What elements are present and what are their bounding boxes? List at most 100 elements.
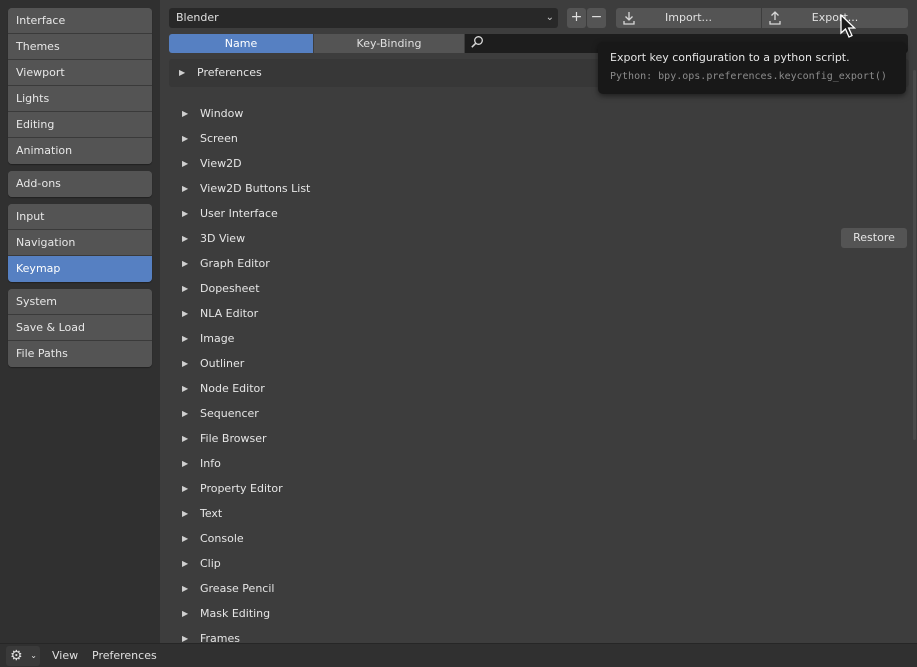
search-icon [470,35,484,52]
restore-button[interactable]: Restore [841,228,907,248]
keymap-item-frames[interactable]: ▶ Frames [160,626,917,643]
sidebar-item-themes[interactable]: Themes [8,34,152,60]
keymap-item-property-editor[interactable]: ▶ Property Editor [160,476,917,501]
keymap-item-label: File Browser [200,432,267,445]
sidebar-item-save-load[interactable]: Save & Load [8,315,152,341]
keymap-item-dopesheet[interactable]: ▶ Dopesheet [160,276,917,301]
menu-preferences[interactable]: Preferences [92,644,157,667]
keymap-item-label: Sequencer [200,407,259,420]
triangle-right-icon: ▶ [182,634,189,643]
tab-key-binding[interactable]: Key-Binding [314,34,464,53]
keymap-item-mask-editing[interactable]: ▶ Mask Editing [160,601,917,626]
keymap-item-graph-editor[interactable]: ▶ Graph Editor [160,251,917,276]
keymap-item-label: Info [200,457,221,470]
triangle-right-icon: ▶ [182,309,189,318]
sidebar-item-interface[interactable]: Interface [8,8,152,34]
sidebar-item-viewport[interactable]: Viewport [8,60,152,86]
keymap-item-screen[interactable]: ▶ Screen [160,126,917,151]
keymap-item-label: View2D [200,157,242,170]
keymap-preset-select[interactable]: Blender ⌄ [169,8,558,28]
keymap-item-label: Frames [200,632,241,643]
keymap-item-sequencer[interactable]: ▶ Sequencer [160,401,917,426]
keymap-item-label: Graph Editor [200,257,270,270]
keymap-item-window[interactable]: ▶ Window [160,101,917,126]
keymap-item-console[interactable]: ▶ Console [160,526,917,551]
sidebar-item-navigation[interactable]: Navigation [8,230,152,256]
chevron-down-icon: ⌄ [30,651,37,660]
keymap-item-label: Outliner [200,357,245,370]
keymap-item-view2d[interactable]: ▶ View2D [160,151,917,176]
keymap-item-file-browser[interactable]: ▶ File Browser [160,426,917,451]
triangle-right-icon: ▶ [182,434,189,443]
triangle-right-icon: ▶ [182,584,189,593]
triangle-right-icon: ▶ [182,384,189,393]
tooltip-python: Python: bpy.ops.preferences.keyconfig_ex… [610,71,887,82]
keymap-item-label: Console [200,532,244,545]
nav-group-addons: Add-ons [8,171,152,197]
keymap-item-label: NLA Editor [200,307,259,320]
remove-preset-button[interactable]: − [587,8,606,28]
keymap-preset-value: Blender [176,11,219,24]
triangle-right-icon: ▶ [182,334,189,343]
triangle-right-icon: ▶ [182,134,189,143]
keymap-item-text[interactable]: ▶ Text [160,501,917,526]
sidebar-item-animation[interactable]: Animation [8,138,152,164]
triangle-right-icon: ▶ [182,284,189,293]
import-icon [622,8,636,31]
keymap-item-label: Image [200,332,235,345]
triangle-right-icon: ▶ [182,234,189,243]
triangle-right-icon: ▶ [182,109,189,118]
keymap-item-label: Text [200,507,223,520]
keymap-item-image[interactable]: ▶ Image [160,326,917,351]
keymap-item-label: Clip [200,557,221,570]
scrollbar[interactable] [913,70,916,440]
keymap-item-label: Property Editor [200,482,283,495]
sidebar-item-lights[interactable]: Lights [8,86,152,112]
triangle-right-icon: ▶ [182,359,189,368]
sidebar-item-input[interactable]: Input [8,204,152,230]
preferences-settings-menu[interactable]: ⚙ ⌄ [6,646,40,666]
nav-group-input: Input Navigation Keymap [8,204,152,282]
import-button[interactable]: Import... [616,8,761,28]
triangle-right-icon: ▶ [182,559,189,568]
nav-group-ui: Interface Themes Viewport Lights Editing… [8,8,152,164]
export-button[interactable]: Export... [762,8,908,28]
export-tooltip: Export key configuration to a python scr… [598,42,906,94]
triangle-right-icon: ▶ [182,609,189,618]
keymap-list: ▶ Window ▶ Screen ▶ View2D ▶ View2D Buttons … [160,101,917,643]
preferences-panel-label: Preferences [197,66,262,79]
keymap-item-3d-view[interactable]: ▶ 3D View [160,226,917,251]
keymap-item-view2d-buttons-list[interactable]: ▶ View2D Buttons List [160,176,917,201]
tooltip-description: Export key configuration to a python scr… [610,51,850,64]
keymap-item-user-interface[interactable]: ▶ User Interface [160,201,917,226]
gear-icon: ⚙ [10,648,23,664]
keymap-item-label: User Interface [200,207,278,220]
keymap-item-outliner[interactable]: ▶ Outliner [160,351,917,376]
keymap-item-label: Window [200,107,244,120]
sidebar-item-file-paths[interactable]: File Paths [8,341,152,367]
sidebar-item-system[interactable]: System [8,289,152,315]
keymap-item-nla-editor[interactable]: ▶ NLA Editor [160,301,917,326]
keymap-main-area: Blender ⌄ + − Import... Export... Name K… [160,0,917,643]
keymap-item-node-editor[interactable]: ▶ Node Editor [160,376,917,401]
keymap-item-info[interactable]: ▶ Info [160,451,917,476]
tab-name[interactable]: Name [169,34,313,53]
keymap-item-clip[interactable]: ▶ Clip [160,551,917,576]
keymap-item-label: Mask Editing [200,607,271,620]
keymap-item-grease-pencil[interactable]: ▶ Grease Pencil [160,576,917,601]
mouse-cursor-icon [840,14,857,38]
triangle-right-icon: ▶ [182,484,189,493]
sidebar-item-keymap[interactable]: Keymap [8,256,152,282]
menu-view[interactable]: View [52,644,78,667]
keymap-item-label: View2D Buttons List [200,182,311,195]
triangle-right-icon: ▶ [182,509,189,518]
chevron-down-icon: ⌄ [545,12,554,23]
sidebar-item-editing[interactable]: Editing [8,112,152,138]
triangle-right-icon: ▶ [182,409,189,418]
triangle-right-icon: ▶ [182,184,189,193]
triangle-right-icon: ▶ [182,459,189,468]
triangle-right-icon: ▶ [182,534,189,543]
add-preset-button[interactable]: + [567,8,586,28]
sidebar-item-addons[interactable]: Add-ons [8,171,152,197]
nav-group-system: System Save & Load File Paths [8,289,152,367]
